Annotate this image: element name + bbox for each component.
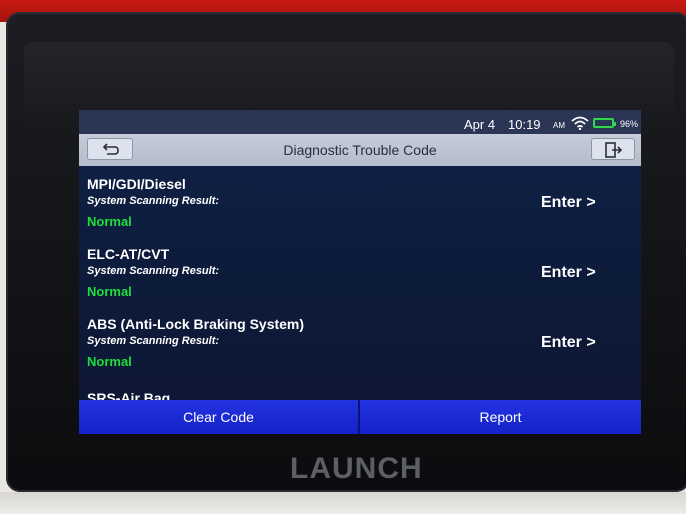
system-result: Normal: [87, 214, 132, 229]
battery-icon: [593, 118, 616, 128]
system-name: SRS-Air Bag: [87, 390, 171, 400]
clear-code-button[interactable]: Clear Code: [79, 400, 358, 434]
system-list: MPI/GDI/Diesel System Scanning Result: N…: [79, 166, 641, 400]
status-ampm: AM: [553, 121, 565, 130]
brand-logo: LAUNCH: [290, 452, 423, 485]
device-screen: Apr 4 10:19 AM 96% Diagnostic Trouble Co…: [79, 110, 641, 434]
system-result-label: System Scanning Result:: [87, 335, 220, 347]
report-button[interactable]: Report: [360, 400, 641, 434]
system-result: Normal: [87, 284, 132, 299]
battery-level: 96%: [620, 119, 639, 129]
list-item: ELC-AT/CVT System Scanning Result: Norma…: [79, 236, 641, 306]
status-bar: Apr 4 10:19 AM 96%: [79, 110, 641, 134]
enter-button[interactable]: Enter >: [541, 334, 596, 352]
list-item: ABS (Anti-Lock Braking System) System Sc…: [79, 306, 641, 376]
status-time: 10:19: [508, 117, 541, 132]
list-item[interactable]: SRS-Air Bag: [79, 388, 641, 400]
title-bar: Diagnostic Trouble Code: [79, 134, 641, 166]
wifi-icon: [571, 116, 589, 130]
exit-icon: [605, 142, 623, 158]
system-result: Normal: [87, 354, 132, 369]
exit-button[interactable]: [591, 138, 635, 160]
status-date: Apr 4: [464, 117, 496, 132]
system-result-label: System Scanning Result:: [87, 195, 220, 207]
enter-button[interactable]: Enter >: [541, 194, 596, 212]
list-item: MPI/GDI/Diesel System Scanning Result: N…: [79, 166, 641, 236]
enter-button[interactable]: Enter >: [541, 264, 596, 282]
system-name: ELC-AT/CVT: [87, 246, 170, 262]
system-name: MPI/GDI/Diesel: [87, 176, 186, 192]
page-title: Diagnostic Trouble Code: [283, 142, 437, 158]
system-result-label: System Scanning Result:: [87, 265, 220, 277]
system-name: ABS (Anti-Lock Braking System): [87, 316, 305, 332]
action-bar: Clear Code Report: [79, 400, 641, 434]
